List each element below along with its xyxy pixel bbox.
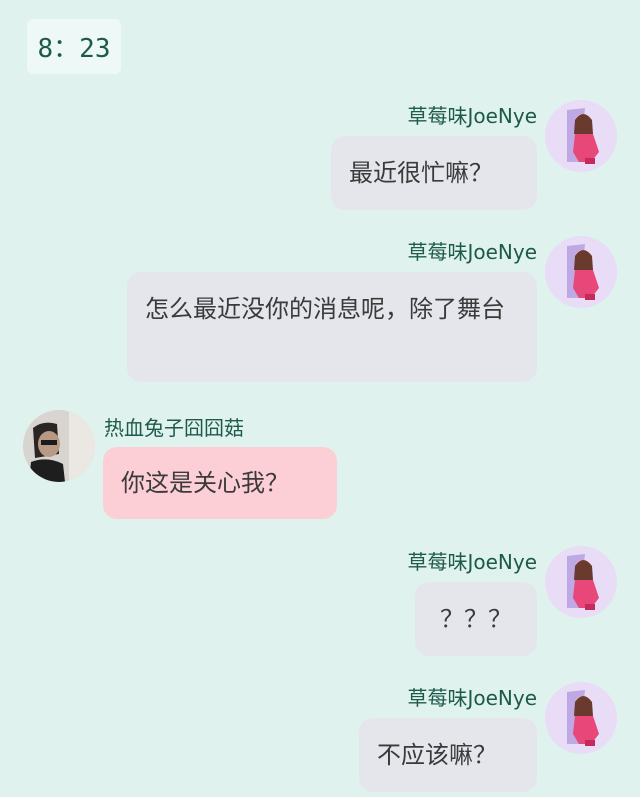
sender-name: 热血兔子囧囧菇 (104, 416, 244, 440)
girl-avatar-icon (545, 546, 617, 618)
girl-avatar-icon (545, 236, 617, 308)
message-bubble[interactable]: 怎么最近没你的消息呢，除了舞台 (127, 272, 537, 382)
girl-avatar-icon (545, 682, 617, 754)
message-bubble[interactable]: 不应该嘛？ (359, 718, 537, 792)
avatar[interactable] (545, 546, 617, 618)
avatar[interactable] (545, 236, 617, 308)
chat-message: 草莓味JoeNye ？？？ (0, 546, 640, 661)
chat-message: 草莓味JoeNye 不应该嘛？ (0, 682, 640, 797)
boy-avatar-icon (23, 410, 95, 482)
girl-avatar-icon (545, 100, 617, 172)
message-bubble[interactable]: 你这是关心我？ (103, 447, 337, 519)
avatar[interactable] (545, 682, 617, 754)
avatar[interactable] (545, 100, 617, 172)
sender-name: 草莓味JoeNye (407, 550, 537, 574)
message-bubble[interactable]: ？？？ (415, 582, 537, 656)
sender-name: 草莓味JoeNye (407, 240, 537, 264)
timestamp-badge: 8：23 (27, 19, 121, 74)
message-bubble[interactable]: 最近很忙嘛？ (331, 136, 537, 210)
sender-name: 草莓味JoeNye (407, 104, 537, 128)
chat-message: 草莓味JoeNye 怎么最近没你的消息呢，除了舞台 (0, 236, 640, 386)
chat-message: 热血兔子囧囧菇 你这是关心我？ (0, 410, 640, 525)
sender-name: 草莓味JoeNye (407, 686, 537, 710)
chat-message: 草莓味JoeNye 最近很忙嘛？ (0, 100, 640, 215)
avatar[interactable] (23, 410, 95, 482)
